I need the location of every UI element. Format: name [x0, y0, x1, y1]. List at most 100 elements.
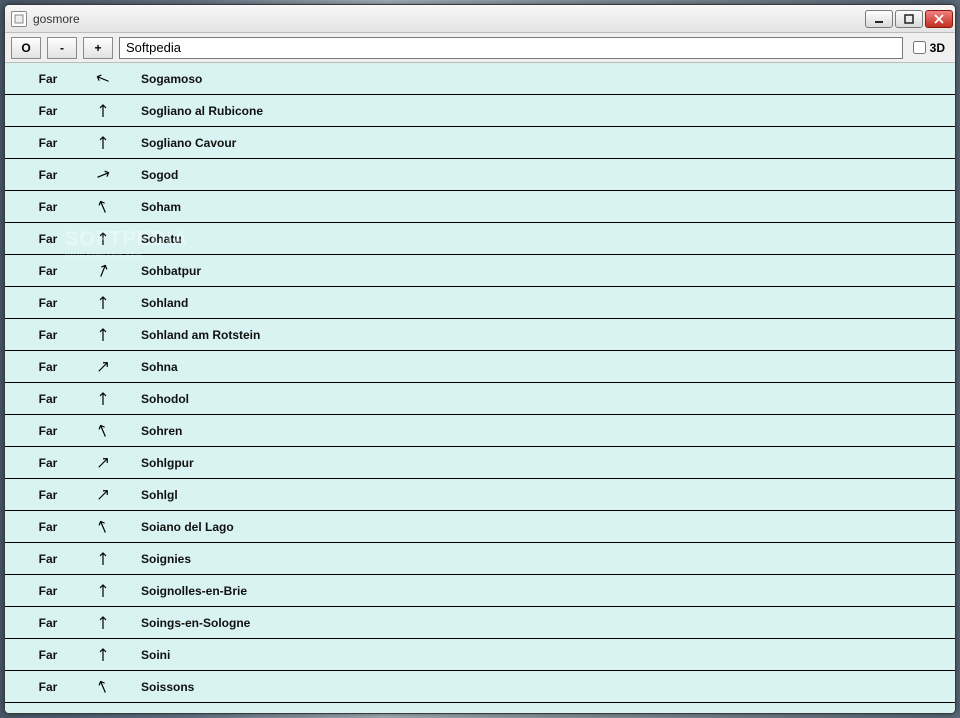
result-direction	[83, 327, 123, 343]
titlebar[interactable]: gosmore	[5, 5, 955, 33]
result-direction	[83, 263, 123, 279]
close-button[interactable]	[925, 10, 953, 28]
result-row[interactable]: Far Sogamoso	[5, 63, 955, 95]
direction-arrow-icon	[95, 551, 111, 567]
result-row[interactable]: Far Sogod	[5, 159, 955, 191]
orient-button[interactable]: O	[11, 37, 41, 59]
result-row[interactable]: Far Sohland	[5, 287, 955, 319]
direction-arrow-icon	[95, 359, 111, 375]
result-row[interactable]: Far Sogliano al Rubicone	[5, 95, 955, 127]
result-direction	[83, 167, 123, 183]
result-distance: Far	[13, 520, 83, 534]
result-direction	[83, 231, 123, 247]
result-row[interactable]: Far Sohatu	[5, 223, 955, 255]
result-direction	[83, 199, 123, 215]
result-row[interactable]: Far Soignies	[5, 543, 955, 575]
direction-arrow-icon	[95, 199, 111, 215]
maximize-icon	[904, 14, 914, 24]
result-direction	[83, 487, 123, 503]
result-row[interactable]: Far Sohren	[5, 415, 955, 447]
result-distance: Far	[13, 232, 83, 246]
maximize-button[interactable]	[895, 10, 923, 28]
zoom-in-button[interactable]: +	[83, 37, 113, 59]
result-distance: Far	[13, 104, 83, 118]
result-name: Soham	[123, 200, 181, 214]
result-name: Sohna	[123, 360, 178, 374]
result-distance: Far	[13, 584, 83, 598]
direction-arrow-icon	[95, 295, 111, 311]
result-row[interactable]: Far Sogliano Cavour	[5, 127, 955, 159]
direction-arrow-icon	[95, 423, 111, 439]
result-row[interactable]: Far Sohodol	[5, 383, 955, 415]
result-name: Soings-en-Sologne	[123, 616, 250, 630]
result-name: Sohland	[123, 296, 188, 310]
result-direction	[83, 423, 123, 439]
direction-arrow-icon	[95, 487, 111, 503]
close-icon	[934, 14, 944, 24]
result-distance: Far	[13, 168, 83, 182]
result-distance: Far	[13, 200, 83, 214]
result-distance: Far	[13, 424, 83, 438]
result-direction	[83, 551, 123, 567]
direction-arrow-icon	[95, 391, 111, 407]
result-name: Soini	[123, 648, 170, 662]
direction-arrow-icon	[95, 103, 111, 119]
result-row[interactable]: Far Sohlgpur	[5, 447, 955, 479]
minimize-icon	[874, 14, 884, 24]
direction-arrow-icon	[95, 519, 111, 535]
result-name: Soissons	[123, 680, 194, 694]
result-distance: Far	[13, 360, 83, 374]
direction-arrow-icon	[95, 615, 111, 631]
result-direction	[83, 455, 123, 471]
result-row[interactable]: Far Soini	[5, 639, 955, 671]
result-row[interactable]: Far Soiano del Lago	[5, 511, 955, 543]
result-distance: Far	[13, 72, 83, 86]
result-distance: Far	[13, 680, 83, 694]
result-row[interactable]: Far Soham	[5, 191, 955, 223]
result-direction	[83, 359, 123, 375]
result-direction	[83, 647, 123, 663]
direction-arrow-icon	[95, 263, 111, 279]
result-distance: Far	[13, 648, 83, 662]
result-direction	[83, 295, 123, 311]
mode-3d-checkbox[interactable]	[913, 41, 926, 54]
result-distance: Far	[13, 488, 83, 502]
result-name: Sogliano al Rubicone	[123, 104, 263, 118]
direction-arrow-icon	[95, 647, 111, 663]
result-direction	[83, 103, 123, 119]
direction-arrow-icon	[95, 679, 111, 695]
direction-arrow-icon	[95, 231, 111, 247]
result-distance: Far	[13, 392, 83, 406]
results-list[interactable]: Far SogamosoFar Sogliano al RubiconeFar …	[5, 63, 955, 713]
result-name: Sohbatpur	[123, 264, 201, 278]
direction-arrow-icon	[95, 327, 111, 343]
result-direction	[83, 679, 123, 695]
result-row[interactable]: Far Soissons	[5, 671, 955, 703]
result-name: Sohatu	[123, 232, 182, 246]
result-row[interactable]: Far Sohbatpur	[5, 255, 955, 287]
result-name: Sogamoso	[123, 72, 202, 86]
result-distance: Far	[13, 296, 83, 310]
app-icon	[11, 11, 27, 27]
mode-3d-toggle[interactable]: 3D	[909, 41, 949, 55]
result-direction	[83, 391, 123, 407]
result-name: Sohodol	[123, 392, 189, 406]
direction-arrow-icon	[95, 71, 111, 87]
result-row[interactable]: Far Sohna	[5, 351, 955, 383]
result-name: Sohlgl	[123, 488, 178, 502]
result-row[interactable]: Far Sohland am Rotstein	[5, 319, 955, 351]
result-direction	[83, 71, 123, 87]
direction-arrow-icon	[95, 135, 111, 151]
result-row[interactable]: Far Soignolles-en-Brie	[5, 575, 955, 607]
toolbar: O - + 3D	[5, 33, 955, 63]
result-row[interactable]: Far Sohlgl	[5, 479, 955, 511]
minimize-button[interactable]	[865, 10, 893, 28]
result-row[interactable]: Far Soings-en-Sologne	[5, 607, 955, 639]
search-input[interactable]	[119, 37, 903, 59]
result-direction	[83, 519, 123, 535]
result-distance: Far	[13, 552, 83, 566]
result-name: Sogod	[123, 168, 178, 182]
window-title: gosmore	[33, 12, 865, 26]
app-window: gosmore O - + 3D SOFTPEDIA www.softpedia…	[4, 4, 956, 714]
zoom-out-button[interactable]: -	[47, 37, 77, 59]
